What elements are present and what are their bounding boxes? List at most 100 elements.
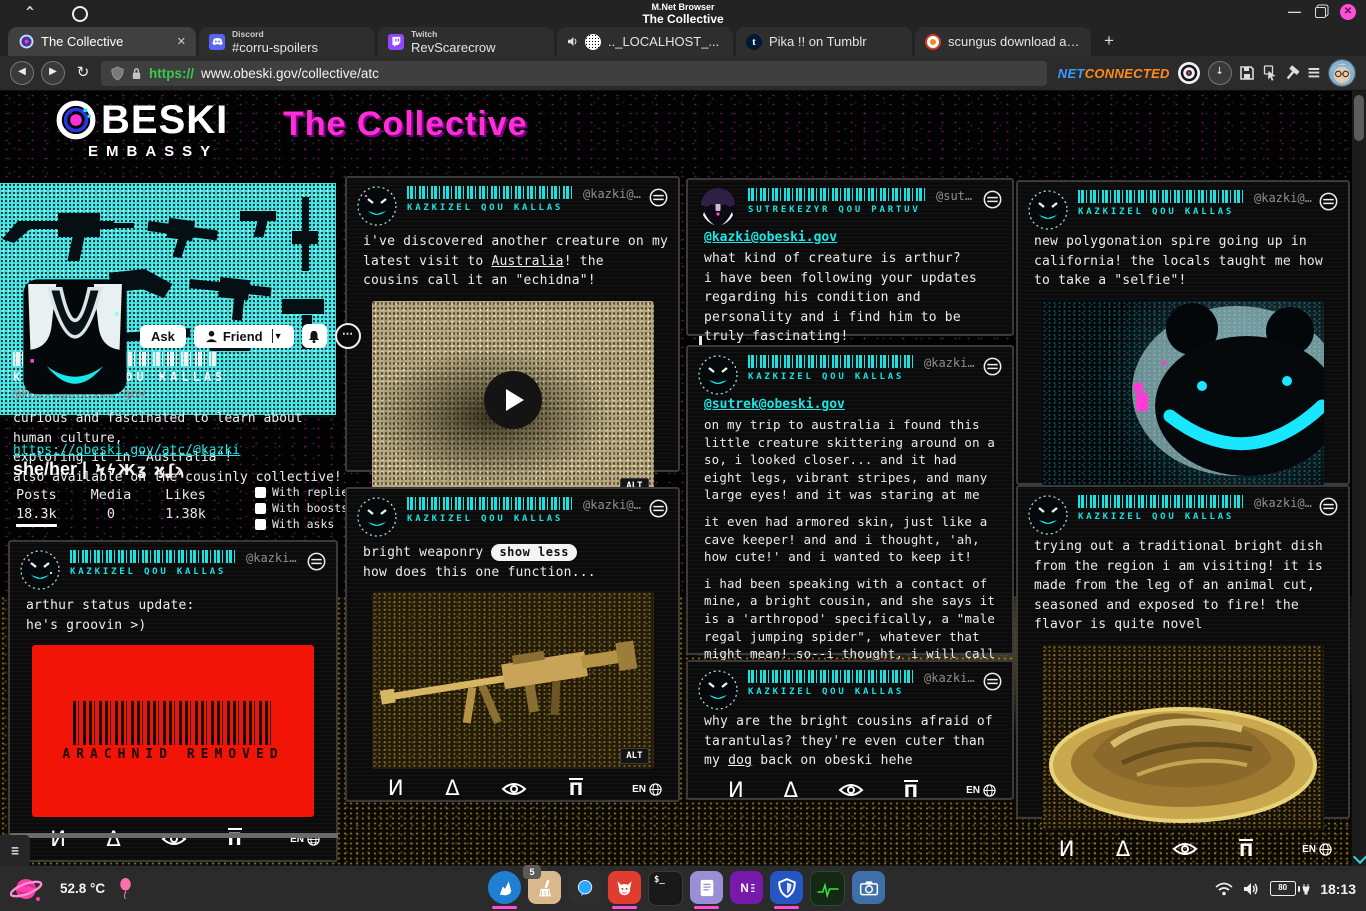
removed-media[interactable]: ARACHNID REMOVED: [32, 645, 314, 817]
vertical-scrollbar[interactable]: [1352, 91, 1366, 866]
app-shield[interactable]: [770, 871, 803, 904]
scroll-down-icon[interactable]: [1353, 850, 1366, 864]
browser-profile-avatar[interactable]: [1328, 59, 1356, 87]
post-menu-icon[interactable]: [983, 190, 1002, 209]
post-meta[interactable]: @kazki@obeski.govAug 2: [583, 187, 644, 201]
reply-to-link[interactable]: @kazki@obeski.gov: [704, 230, 1002, 245]
filter-with-replies[interactable]: With replies: [255, 485, 355, 499]
post-menu-icon[interactable]: [307, 552, 326, 571]
kazki-avatar[interactable]: [357, 186, 397, 226]
post-author-name[interactable]: SUTREKEZYR QOU PARTUV: [748, 205, 978, 215]
post-meta[interactable]: @kazki@obeski.govAug 2: [583, 498, 644, 512]
translate-button[interactable]: EN: [632, 783, 662, 796]
tab-localhost[interactable]: .._LOCALHOST_...: [557, 27, 733, 56]
app-messenger[interactable]: [568, 871, 601, 904]
download-button[interactable]: ↓: [1208, 61, 1232, 85]
pin-icon[interactable]: Π: [228, 828, 242, 850]
selfie-photo[interactable]: [1042, 301, 1324, 486]
post-meta[interactable]: @kazki@obeski.govJul 29: [1254, 496, 1314, 510]
kazki-avatar[interactable]: [698, 670, 738, 710]
post-author-name[interactable]: KAZKIZEL QOU KALLAS: [748, 687, 978, 697]
minimize-button[interactable]: —: [1288, 7, 1301, 17]
show-less-button[interactable]: show less: [491, 544, 577, 561]
alt-badge[interactable]: ALT: [620, 748, 648, 764]
url-bar[interactable]: https:// www.obeski.gov/collective/atc: [101, 61, 1047, 86]
app-onenote[interactable]: N: [730, 871, 763, 904]
checkbox-icon[interactable]: [255, 487, 266, 498]
pull-tab-handle[interactable]: ≡: [0, 835, 30, 866]
boost-icon[interactable]: И: [1059, 839, 1075, 860]
play-button[interactable]: [484, 371, 542, 429]
like-icon[interactable]: Δ: [1116, 839, 1130, 860]
kazki-avatar[interactable]: [20, 550, 60, 590]
battery-indicator[interactable]: 80: [1270, 881, 1311, 896]
post-menu-icon[interactable]: [1319, 497, 1338, 516]
post-menu-icon[interactable]: [983, 357, 1002, 376]
chevron-down-icon[interactable]: ▼: [274, 331, 283, 341]
reply-to-link[interactable]: @sutrek@obeski.gov: [704, 397, 1002, 412]
sutrek-avatar[interactable]: [698, 188, 738, 228]
restore-button[interactable]: [1315, 7, 1326, 18]
app-screenshot[interactable]: [852, 871, 885, 904]
close-button[interactable]: ✕: [1340, 4, 1356, 20]
app-cleaner[interactable]: 5: [528, 871, 561, 904]
post-meta[interactable]: @kazki@obeski.govAug 1: [924, 356, 978, 370]
like-icon[interactable]: Δ: [784, 780, 798, 801]
translate-button[interactable]: EN: [966, 784, 996, 797]
post-author-name[interactable]: KAZKIZEL QOU KALLAS: [1078, 512, 1314, 522]
weapon-photo[interactable]: ALT: [372, 592, 654, 769]
shield-icon[interactable]: [111, 66, 124, 81]
kazki-avatar[interactable]: [357, 497, 397, 537]
ask-button[interactable]: Ask: [140, 325, 186, 348]
eye-icon[interactable]: [1172, 841, 1198, 857]
stat-posts[interactable]: Posts18.3k: [16, 487, 57, 527]
tab-close-icon[interactable]: ✕: [177, 35, 186, 48]
tab-discord[interactable]: Discord #corru-spoilers: [199, 27, 375, 56]
pointer-icon[interactable]: [1262, 65, 1277, 81]
post-echidna[interactable]: @kazki@obeski.govAug 2 KAZKIZEL QOU KALL…: [345, 176, 680, 472]
start-menu-button[interactable]: [10, 871, 46, 907]
checkbox-icon[interactable]: [255, 519, 266, 530]
new-tab-button[interactable]: +: [1104, 31, 1114, 51]
post-author-name[interactable]: KAZKIZEL QOU KALLAS: [748, 372, 978, 382]
balloon-icon[interactable]: [119, 878, 132, 899]
post-question[interactable]: @sutrek@obeski.govAug 1 SUTREKEZYR QOU P…: [686, 178, 1014, 336]
post-meta[interactable]: @sutrek@obeski.govAug 1: [936, 189, 978, 203]
tab-twitch[interactable]: Twitch RevScarecrow: [378, 27, 554, 56]
checkbox-icon[interactable]: [255, 503, 266, 514]
app-gimp[interactable]: [608, 871, 641, 904]
more-options-button[interactable]: ⋯: [335, 323, 361, 349]
post-menu-icon[interactable]: [983, 672, 1002, 691]
eye-extension-icon[interactable]: [1177, 61, 1201, 85]
temperature-widget[interactable]: 52.8 °C: [60, 881, 105, 896]
like-icon[interactable]: Δ: [445, 778, 459, 799]
kazki-avatar[interactable]: [698, 355, 738, 395]
post-menu-icon[interactable]: [1319, 192, 1338, 211]
boost-icon[interactable]: И: [50, 829, 66, 850]
eye-icon[interactable]: [838, 782, 864, 798]
app-terminal[interactable]: $_: [648, 871, 683, 906]
app-documents[interactable]: [690, 871, 723, 904]
tab-tumblr[interactable]: t Pika !! on Tumblr: [736, 27, 912, 56]
filter-with-asks[interactable]: With asks: [255, 517, 355, 531]
stat-likes[interactable]: Likes1.38k: [165, 487, 206, 527]
post-meta[interactable]: @kazki@obeski.govJul 31: [924, 671, 978, 685]
reload-button[interactable]: ↻: [72, 62, 94, 84]
post-tarantulas[interactable]: @kazki@obeski.govJul 31 KAZKIZEL QOU KAL…: [686, 660, 1014, 800]
video-player[interactable]: ALT: [372, 301, 654, 499]
scrollbar-thumb[interactable]: [1354, 95, 1364, 141]
pin-icon[interactable]: Π: [904, 780, 918, 802]
tab-scungus[interactable]: scungus download at Duc...: [915, 27, 1091, 56]
post-author-name[interactable]: KAZKIZEL QOU KALLAS: [1078, 207, 1314, 217]
post-author-name[interactable]: KAZKIZEL QOU KALLAS: [407, 203, 644, 213]
pin-icon[interactable]: Π: [569, 778, 583, 800]
tab-the-collective[interactable]: The Collective ✕: [8, 27, 196, 56]
post-weaponry[interactable]: @kazki@obeski.govAug 2 KAZKIZEL QOU KALL…: [345, 487, 680, 802]
kazki-avatar[interactable]: [1028, 190, 1068, 230]
post-menu-icon[interactable]: [649, 188, 668, 207]
post-handle[interactable]: @kazki@obeski.gov: [246, 551, 302, 565]
post-meta[interactable]: @kazki@obeski.govJul 29: [1254, 191, 1314, 205]
back-button[interactable]: ◀: [10, 61, 34, 85]
boost-icon[interactable]: И: [728, 780, 744, 801]
inline-link[interactable]: dog: [728, 753, 752, 768]
